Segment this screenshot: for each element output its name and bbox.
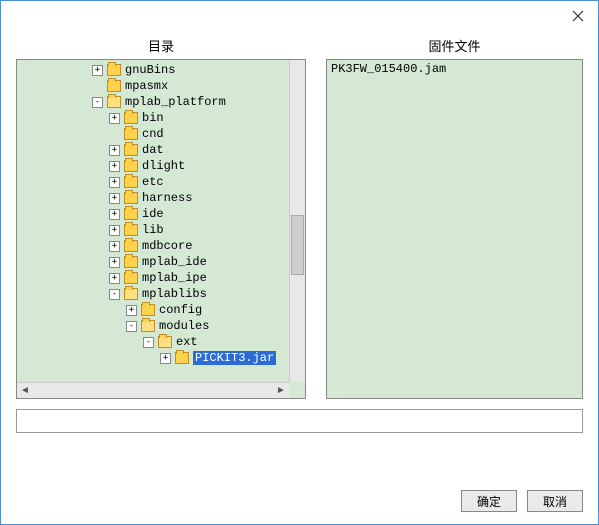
file-panel: 固件文件 PK3FW_015400.jam (326, 36, 583, 399)
folder-icon (124, 112, 138, 124)
close-icon (572, 10, 584, 22)
tree-row[interactable]: + config (17, 302, 305, 318)
tree-item-label: dat (142, 143, 164, 157)
ok-button[interactable]: 确定 (461, 490, 517, 512)
directory-title: 目录 (16, 36, 306, 55)
expand-icon[interactable]: + (109, 145, 120, 156)
expand-icon[interactable]: + (109, 273, 120, 284)
expand-icon[interactable]: + (109, 241, 120, 252)
tree-row[interactable]: + gnuBins (17, 62, 305, 78)
vertical-scrollbar[interactable] (289, 60, 305, 382)
tree-item-label: harness (142, 191, 192, 205)
folder-icon (124, 256, 138, 268)
expand-icon[interactable]: + (109, 161, 120, 172)
folder-icon (124, 208, 138, 220)
collapse-icon[interactable]: - (126, 321, 137, 332)
tree-item-label: cnd (142, 127, 164, 141)
expand-icon[interactable]: + (109, 177, 120, 188)
tree-item-label: mplab_ipe (142, 271, 207, 285)
expand-icon[interactable]: + (109, 257, 120, 268)
collapse-icon[interactable]: - (92, 97, 103, 108)
folder-icon (124, 224, 138, 236)
tree-row[interactable]: + etc (17, 174, 305, 190)
close-button[interactable] (558, 2, 598, 30)
tree-item-label: lib (142, 223, 164, 237)
collapse-icon[interactable]: - (109, 289, 120, 300)
tree-row[interactable]: - ext (17, 334, 305, 350)
path-input[interactable] (16, 409, 583, 433)
scroll-right-arrow[interactable]: ► (273, 383, 289, 397)
tree-row[interactable]: + dlight (17, 158, 305, 174)
tree-item-label: config (159, 303, 202, 317)
tree-row[interactable]: + PICKIT3.jar (17, 350, 305, 366)
button-row: 确定 取消 (461, 490, 583, 512)
expand-icon[interactable]: + (126, 305, 137, 316)
tree-item-label: mplab_platform (125, 95, 226, 109)
collapse-icon[interactable]: - (143, 337, 154, 348)
folder-icon (158, 336, 172, 348)
tree-item-label: dlight (142, 159, 185, 173)
scroll-left-arrow[interactable]: ◄ (17, 383, 33, 397)
folder-icon (107, 64, 121, 76)
tree-row[interactable]: + harness (17, 190, 305, 206)
folder-icon (175, 352, 189, 364)
directory-panel: 目录 +gnuBinsmpasmx-mplab_platform+bincnd+… (16, 36, 306, 399)
titlebar (1, 1, 598, 31)
tree-container: + gnuBins mpasmx - mplab_platform + bin cnd + dat… (16, 59, 306, 399)
list-item[interactable]: PK3FW_015400.jam (331, 62, 578, 78)
folder-icon (124, 240, 138, 252)
folder-icon (107, 80, 121, 92)
tree-item-label: mplab_ide (142, 255, 207, 269)
tree-row[interactable]: - mplablibs (17, 286, 305, 302)
tree-item-label: PICKIT3.jar (193, 351, 276, 365)
tree-row[interactable]: - mplab_platform (17, 94, 305, 110)
tree-item-label: etc (142, 175, 164, 189)
tree-row[interactable]: + bin (17, 110, 305, 126)
tree-item-label: bin (142, 111, 164, 125)
folder-icon (124, 288, 138, 300)
expand-icon[interactable]: + (160, 353, 171, 364)
tree-item-label: modules (159, 319, 209, 333)
tree-scroll[interactable]: + gnuBins mpasmx - mplab_platform + bin cnd + dat… (17, 60, 305, 382)
tree-row[interactable]: - modules (17, 318, 305, 334)
tree-item-label: mdbcore (142, 239, 192, 253)
folder-icon (124, 272, 138, 284)
folder-icon (124, 144, 138, 156)
directory-tree: + gnuBins mpasmx - mplab_platform + bin cnd + dat… (17, 60, 305, 368)
folder-icon (124, 176, 138, 188)
folder-icon (124, 160, 138, 172)
tree-row[interactable]: mpasmx (17, 78, 305, 94)
file-list[interactable]: PK3FW_015400.jam (326, 59, 583, 399)
cancel-button[interactable]: 取消 (527, 490, 583, 512)
horizontal-scrollbar[interactable]: ◄ ► (17, 382, 289, 398)
tree-row[interactable]: cnd (17, 126, 305, 142)
tree-item-label: ide (142, 207, 164, 221)
folder-icon (124, 128, 138, 140)
expand-icon[interactable]: + (109, 209, 120, 220)
tree-row[interactable]: + dat (17, 142, 305, 158)
file-title: 固件文件 (326, 36, 583, 55)
tree-row[interactable]: + mdbcore (17, 238, 305, 254)
folder-icon (107, 96, 121, 108)
scrollbar-thumb[interactable] (291, 215, 304, 275)
expand-icon[interactable]: + (109, 113, 120, 124)
expand-icon[interactable]: + (92, 65, 103, 76)
expand-icon[interactable]: + (109, 225, 120, 236)
tree-row[interactable]: + ide (17, 206, 305, 222)
folder-icon (124, 192, 138, 204)
folder-icon (141, 320, 155, 332)
tree-item-label: mpasmx (125, 79, 168, 93)
folder-icon (141, 304, 155, 316)
tree-row[interactable]: + lib (17, 222, 305, 238)
content-area: 目录 +gnuBinsmpasmx-mplab_platform+bincnd+… (1, 31, 598, 399)
tree-item-label: ext (176, 335, 198, 349)
tree-row[interactable]: + mplab_ide (17, 254, 305, 270)
tree-item-label: mplablibs (142, 287, 207, 301)
tree-row[interactable]: + mplab_ipe (17, 270, 305, 286)
tree-item-label: gnuBins (125, 63, 175, 77)
dialog-window: 目录 +gnuBinsmpasmx-mplab_platform+bincnd+… (0, 0, 599, 525)
expand-icon[interactable]: + (109, 193, 120, 204)
